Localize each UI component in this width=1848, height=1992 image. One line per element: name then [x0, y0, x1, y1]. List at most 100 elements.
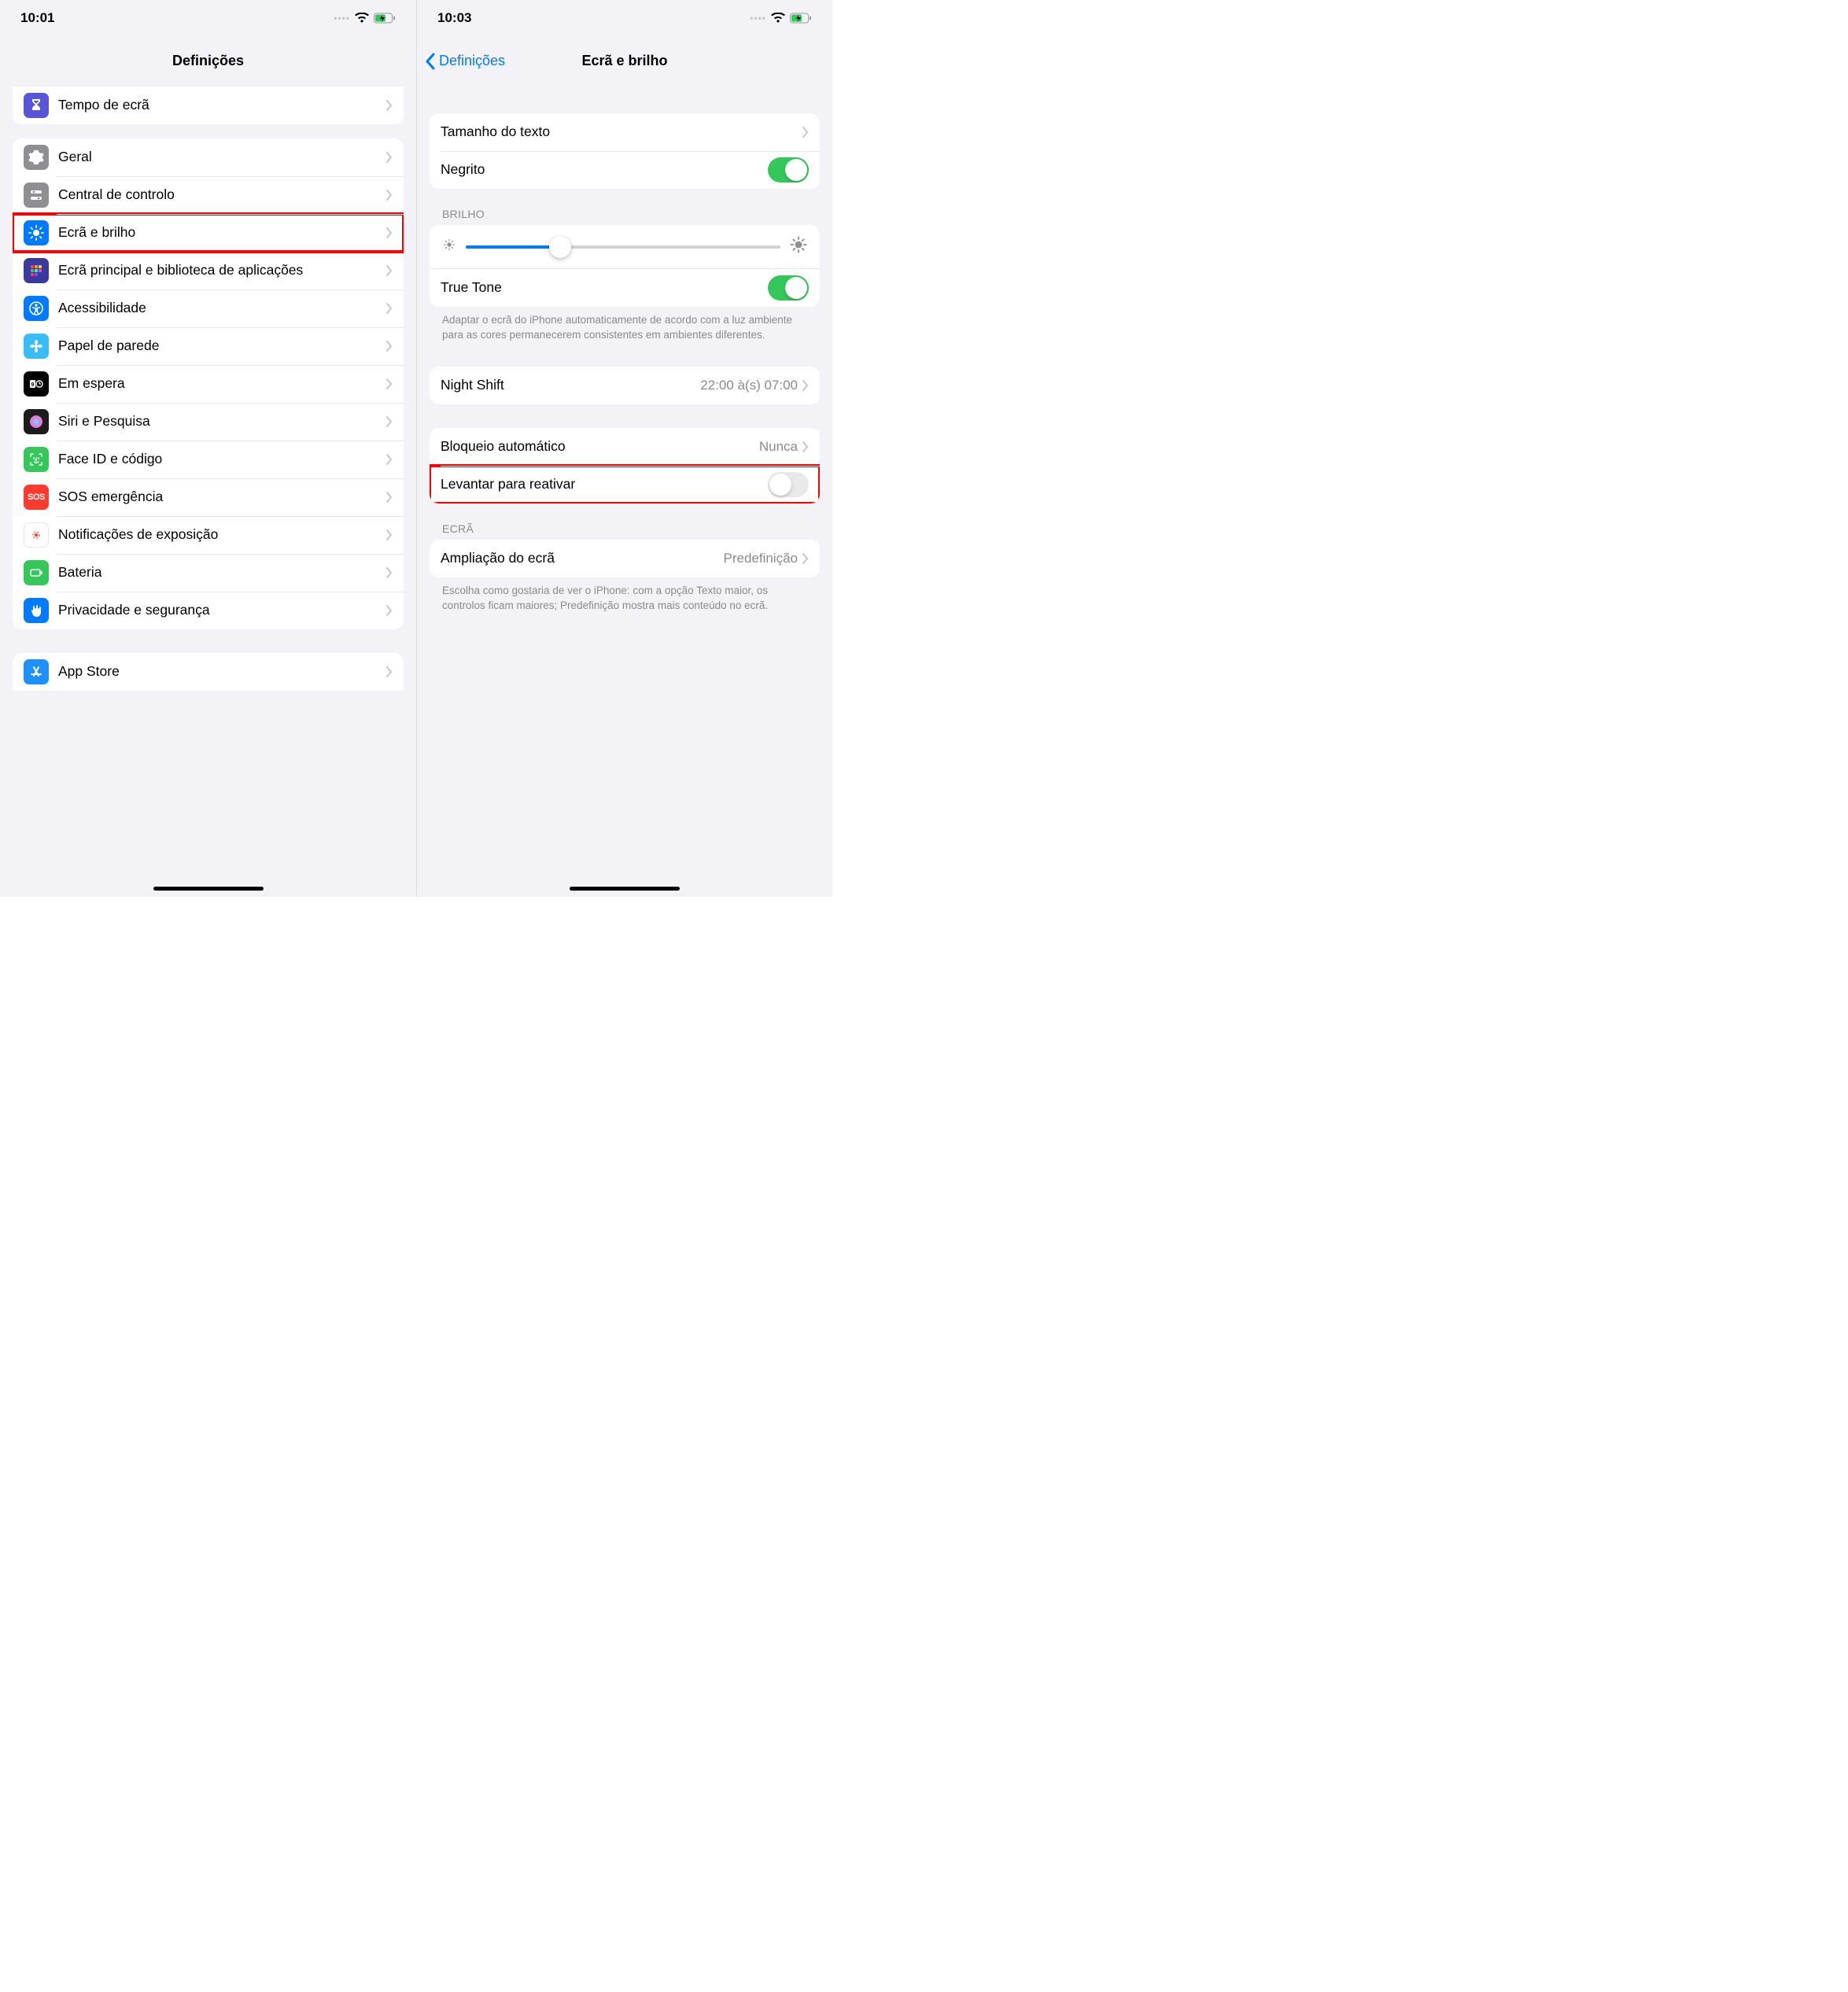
phone-right: 10:03 •••• Definições Ecrã e brilho Tama… — [416, 0, 832, 897]
row-label: Ecrã e brilho — [58, 224, 386, 242]
row-accessibility[interactable]: Acessibilidade — [13, 290, 404, 327]
row-detail: 22:00 à(s) 07:00 — [700, 378, 798, 393]
row-bold-text[interactable]: Negrito — [430, 151, 820, 189]
section-header-ecra: ECRÃ — [442, 522, 807, 535]
bold-text-toggle[interactable] — [768, 157, 809, 183]
true-tone-footer: Adaptar o ecrã do iPhone automaticamente… — [442, 313, 807, 343]
row-label: Tamanho do texto — [441, 124, 802, 141]
nav-bar: Definições — [0, 36, 416, 87]
row-night-shift[interactable]: Night Shift 22:00 à(s) 07:00 — [430, 367, 820, 404]
chevron-right-icon — [386, 416, 393, 427]
home-indicator[interactable] — [570, 887, 680, 891]
status-right: •••• — [750, 13, 812, 24]
row-wallpaper[interactable]: Papel de parede — [13, 327, 404, 365]
flower-icon — [24, 334, 49, 359]
brightness-slider[interactable] — [466, 245, 780, 249]
chevron-right-icon — [386, 152, 393, 163]
gear-icon — [24, 145, 49, 170]
section-header-brightness: BRILHO — [442, 208, 807, 220]
row-raise-to-wake[interactable]: Levantar para reativar — [430, 466, 820, 504]
display-zoom-footer: Escolha como gostaria de ver o iPhone: c… — [442, 584, 807, 614]
nav-back-button[interactable]: Definições — [425, 53, 505, 70]
section-screen-time: Tempo de ecrã — [13, 87, 404, 124]
chevron-right-icon — [802, 127, 809, 138]
row-text-size[interactable]: Tamanho do texto — [430, 113, 820, 151]
row-label: Geral — [58, 149, 386, 166]
row-label: True Tone — [441, 279, 768, 297]
row-label: App Store — [58, 663, 386, 681]
clock-icon: 9 — [24, 371, 49, 397]
status-right: •••• — [334, 13, 396, 24]
row-label: Em espera — [58, 375, 386, 393]
section-lock: Bloqueio automático Nunca Levantar para … — [430, 428, 820, 504]
chevron-right-icon — [386, 303, 393, 314]
row-label: Levantar para reativar — [441, 476, 768, 493]
chevron-right-icon — [386, 605, 393, 616]
true-tone-toggle[interactable] — [768, 275, 809, 301]
row-standby[interactable]: 9 Em espera — [13, 365, 404, 403]
raise-to-wake-toggle[interactable] — [768, 472, 809, 497]
status-bar: 10:01 •••• — [0, 0, 416, 36]
row-home-screen[interactable]: Ecrã principal e biblioteca de aplicaçõe… — [13, 252, 404, 290]
accessibility-icon — [24, 296, 49, 321]
sun-icon — [24, 220, 49, 245]
row-label: Bateria — [58, 564, 386, 581]
status-time: 10:03 — [437, 10, 471, 26]
row-label: Ampliação do ecrã — [441, 550, 723, 567]
siri-icon — [24, 409, 49, 434]
row-label: Negrito — [441, 161, 768, 179]
row-appstore[interactable]: App Store — [13, 653, 404, 691]
nav-title: Ecrã e brilho — [581, 53, 667, 69]
wifi-icon — [771, 13, 785, 24]
row-faceid[interactable]: Face ID e código — [13, 441, 404, 478]
sun-large-icon — [790, 236, 807, 257]
row-auto-lock[interactable]: Bloqueio automático Nunca — [430, 428, 820, 466]
row-label: Bloqueio automático — [441, 438, 759, 456]
row-exposure[interactable]: Notificações de exposição — [13, 516, 404, 554]
row-label: SOS emergência — [58, 489, 386, 506]
row-label: Papel de parede — [58, 338, 386, 355]
row-detail: Nunca — [759, 439, 798, 455]
row-privacy[interactable]: Privacidade e segurança — [13, 592, 404, 629]
section-night-shift: Night Shift 22:00 à(s) 07:00 — [430, 367, 820, 404]
app-grid-icon — [24, 258, 49, 283]
virus-icon — [24, 522, 49, 548]
section-text: Tamanho do texto Negrito — [430, 113, 820, 189]
row-true-tone[interactable]: True Tone — [430, 268, 820, 307]
row-display[interactable]: Ecrã e brilho — [13, 214, 404, 252]
phone-left: 10:01 •••• Definições Tempo de ecrã — [0, 0, 416, 897]
nav-back-label: Definições — [439, 53, 505, 69]
row-label: Tempo de ecrã — [58, 97, 386, 114]
chevron-right-icon — [802, 553, 809, 564]
row-battery[interactable]: Bateria — [13, 554, 404, 592]
settings-list[interactable]: Tempo de ecrã Geral Central de controlo — [0, 87, 416, 897]
row-screen-time[interactable]: Tempo de ecrã — [13, 87, 404, 124]
chevron-right-icon — [386, 378, 393, 389]
cellular-dots-icon: •••• — [750, 13, 766, 24]
row-display-zoom[interactable]: Ampliação do ecrã Predefinição — [430, 540, 820, 577]
row-label: Night Shift — [441, 377, 700, 394]
row-label: Central de controlo — [58, 186, 386, 204]
home-indicator[interactable] — [153, 887, 264, 891]
row-label: Ecrã principal e biblioteca de aplicaçõe… — [58, 262, 386, 279]
row-general[interactable]: Geral — [13, 138, 404, 176]
sliders-icon — [24, 183, 49, 208]
battery-icon — [24, 560, 49, 585]
chevron-right-icon — [386, 341, 393, 352]
row-siri[interactable]: Siri e Pesquisa — [13, 403, 404, 441]
hand-icon — [24, 598, 49, 623]
section-display-zoom: Ampliação do ecrã Predefinição — [430, 540, 820, 577]
chevron-right-icon — [386, 227, 393, 238]
chevron-right-icon — [386, 567, 393, 578]
status-bar: 10:03 •••• — [417, 0, 832, 36]
section-brightness: True Tone — [430, 225, 820, 307]
wifi-icon — [355, 13, 369, 24]
brightness-slider-row — [430, 225, 820, 268]
nav-title: Definições — [172, 53, 244, 69]
row-sos[interactable]: SOS SOS emergência — [13, 478, 404, 516]
faceid-icon — [24, 447, 49, 472]
sos-icon: SOS — [24, 485, 49, 510]
row-control-center[interactable]: Central de controlo — [13, 176, 404, 214]
row-label: Privacidade e segurança — [58, 602, 386, 619]
display-settings[interactable]: Tamanho do texto Negrito BRILHO — [417, 87, 832, 897]
